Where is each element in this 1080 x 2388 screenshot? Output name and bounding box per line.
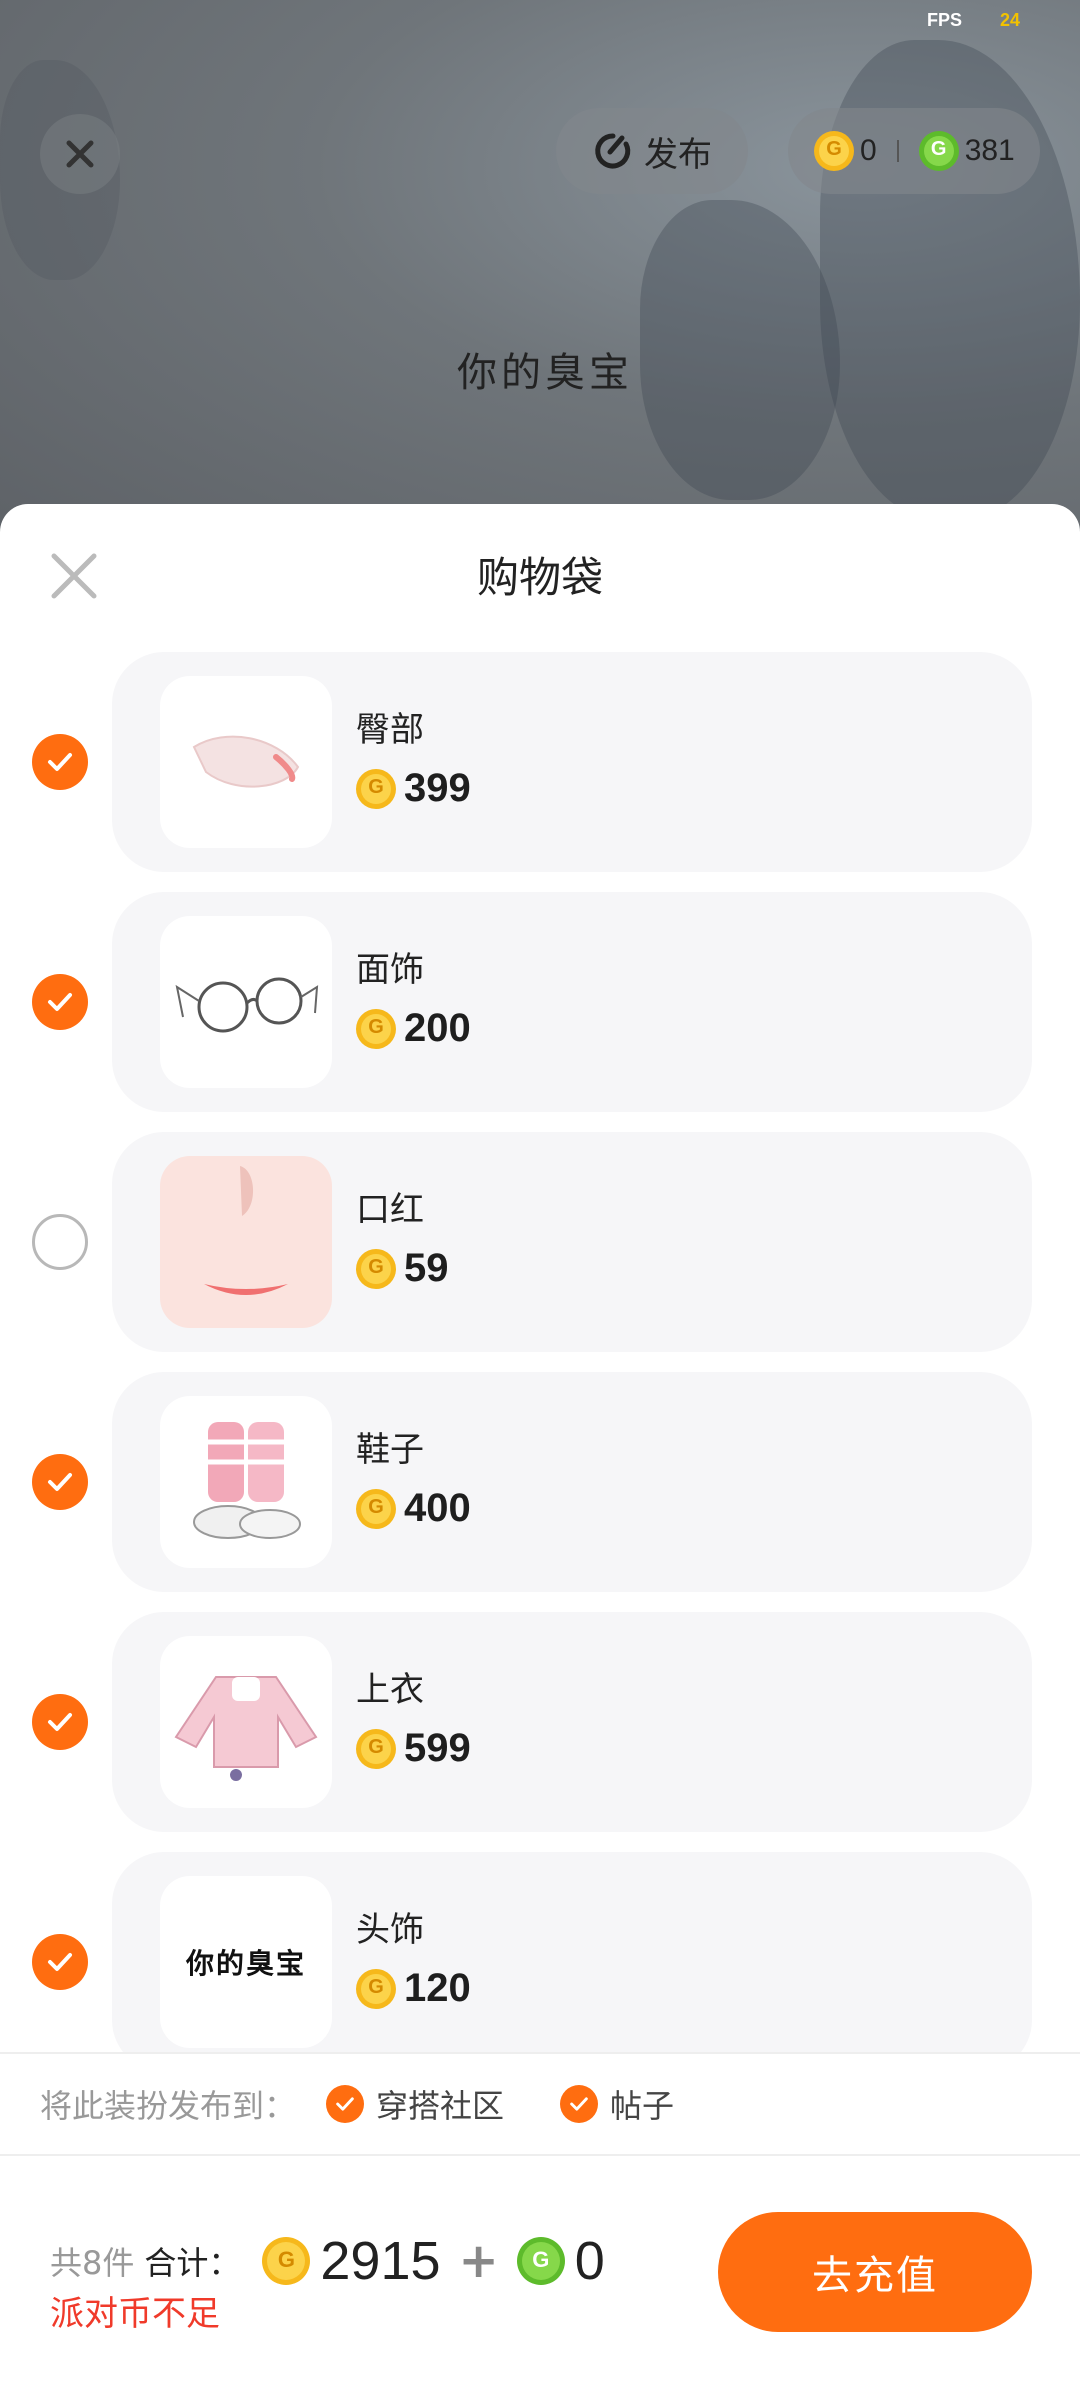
close-icon	[66, 140, 94, 168]
recharge-button[interactable]: 去充值	[718, 2212, 1032, 2332]
sheet-header: 购物袋	[0, 504, 1080, 640]
currency-balance[interactable]: 0 381	[788, 108, 1040, 194]
tail-accessory-image	[192, 735, 300, 788]
green-coin-icon	[918, 131, 959, 171]
jacket-image	[174, 1676, 318, 1781]
total-label: 合计：	[144, 2244, 241, 2282]
fps-label: FPS	[926, 10, 962, 30]
publish-option-label: 帖子	[610, 2087, 675, 2125]
publish-label: 发布	[644, 134, 712, 175]
sheet-title: 购物袋	[476, 553, 603, 602]
item-name: 头饰	[356, 1910, 424, 1950]
publish-to-label: 将此装扮发布到：	[40, 2087, 297, 2125]
order-summary: 共8件 合计： 2915 + 0	[50, 2230, 605, 2292]
shopping-bag-sheet: 购物袋 臀部 399	[0, 504, 1080, 2388]
item-checkbox[interactable]	[32, 974, 88, 1030]
fps-value: 24	[999, 10, 1020, 30]
gold-coin-icon	[356, 1248, 396, 1289]
item-price-value: 59	[404, 1246, 449, 1290]
item-price: 200	[356, 1006, 471, 1051]
item-price-value: 599	[404, 1726, 471, 1770]
item-thumbnail	[160, 1396, 332, 1568]
publish-option-post[interactable]: 帖子	[560, 2081, 674, 2127]
cart-item: 鞋子 400	[0, 1372, 1080, 1612]
gold-coin-icon	[356, 1728, 396, 1769]
item-price: 400	[356, 1486, 471, 1531]
item-name: 口红	[356, 1190, 424, 1230]
item-price-value: 399	[404, 766, 471, 810]
item-name: 面饰	[356, 950, 424, 990]
item-name: 上衣	[356, 1670, 424, 1710]
publish-option-label: 穿搭社区	[376, 2087, 505, 2125]
checkmark-icon	[560, 2085, 599, 2123]
publish-button[interactable]: 发布	[556, 108, 748, 194]
publish-destination-bar: 将此装扮发布到： 穿搭社区 帖子	[0, 2052, 1080, 2156]
gold-total: 2915	[320, 2231, 441, 2291]
item-name: 鞋子	[356, 1430, 424, 1470]
green-balance: 381	[964, 134, 1015, 167]
insufficient-funds-warning: 派对币不足	[50, 2294, 220, 2334]
checkmark-icon	[48, 1473, 72, 1491]
item-card[interactable]: 鞋子 400	[112, 1372, 1032, 1592]
cart-item-list[interactable]: 臀部 399	[0, 652, 1080, 2052]
publish-icon	[595, 133, 631, 169]
gold-balance: 0	[860, 134, 877, 167]
gold-coin-icon	[262, 2237, 311, 2285]
item-checkbox[interactable]	[32, 1694, 88, 1750]
item-checkbox[interactable]	[32, 734, 88, 790]
item-thumbnail	[160, 916, 332, 1088]
item-price: 59	[356, 1246, 449, 1291]
background-scene: FPS 24 发布 0 381 你的臭宝	[0, 0, 1080, 560]
gold-coin-icon	[356, 1968, 396, 2009]
item-price: 120	[356, 1966, 471, 2011]
item-price-value: 200	[404, 1006, 471, 1050]
checkmark-icon	[48, 753, 72, 771]
checkmark-icon	[48, 1953, 72, 1971]
fps-counter: FPS 24	[927, 10, 1020, 31]
checkmark-icon	[48, 1713, 72, 1731]
item-card[interactable]: 面饰 200	[112, 892, 1032, 1112]
glasses-image	[175, 977, 319, 1033]
divider	[896, 140, 899, 162]
item-thumbnail	[160, 1636, 332, 1808]
item-card[interactable]: 臀部 399	[112, 652, 1032, 872]
publish-option-community[interactable]: 穿搭社区	[326, 2081, 504, 2127]
cart-item: 臀部 399	[0, 652, 1080, 892]
item-price: 599	[356, 1726, 471, 1771]
gold-coin-icon	[356, 1488, 396, 1529]
lipstick-face-image	[204, 1166, 288, 1295]
gold-coin-icon	[814, 131, 854, 171]
shoes-image	[193, 1422, 301, 1539]
avatar-title-text: 你的臭宝	[457, 350, 633, 396]
checkmark-icon	[48, 993, 72, 1011]
item-count: 共8件	[50, 2244, 135, 2282]
item-card[interactable]: 口红 59	[112, 1132, 1032, 1352]
item-checkbox[interactable]	[32, 1934, 88, 1990]
checkout-footer: 共8件 合计： 2915 + 0 派对币不足 去充值	[0, 2156, 1080, 2388]
item-card[interactable]: 你的臭宝 头饰 120	[112, 1852, 1032, 2052]
item-thumbnail	[160, 676, 332, 848]
green-total: 0	[574, 2231, 605, 2291]
item-price-value: 400	[404, 1486, 471, 1530]
green-coin-icon	[516, 2237, 565, 2285]
item-thumbnail	[160, 1156, 332, 1328]
headwear-text-image: 你的臭宝	[185, 1947, 306, 1980]
cart-item: 口红 59	[0, 1132, 1080, 1372]
cart-item: 你的臭宝 头饰 120	[0, 1852, 1080, 2052]
cart-item: 上衣 599	[0, 1612, 1080, 1852]
plus-sign: +	[458, 2233, 499, 2289]
item-price: 399	[356, 766, 471, 811]
item-name: 臀部	[356, 710, 424, 750]
cart-item: 面饰 200	[0, 892, 1080, 1132]
item-checkbox[interactable]	[32, 1214, 88, 1270]
gold-coin-icon	[356, 1008, 396, 1049]
item-card[interactable]: 上衣 599	[112, 1612, 1032, 1832]
close-editor-button[interactable]	[40, 114, 120, 194]
item-thumbnail: 你的臭宝	[160, 1876, 332, 2048]
gold-coin-icon	[356, 768, 396, 809]
item-price-value: 120	[404, 1966, 471, 2010]
item-checkbox[interactable]	[32, 1454, 88, 1510]
checkmark-icon	[326, 2085, 365, 2123]
